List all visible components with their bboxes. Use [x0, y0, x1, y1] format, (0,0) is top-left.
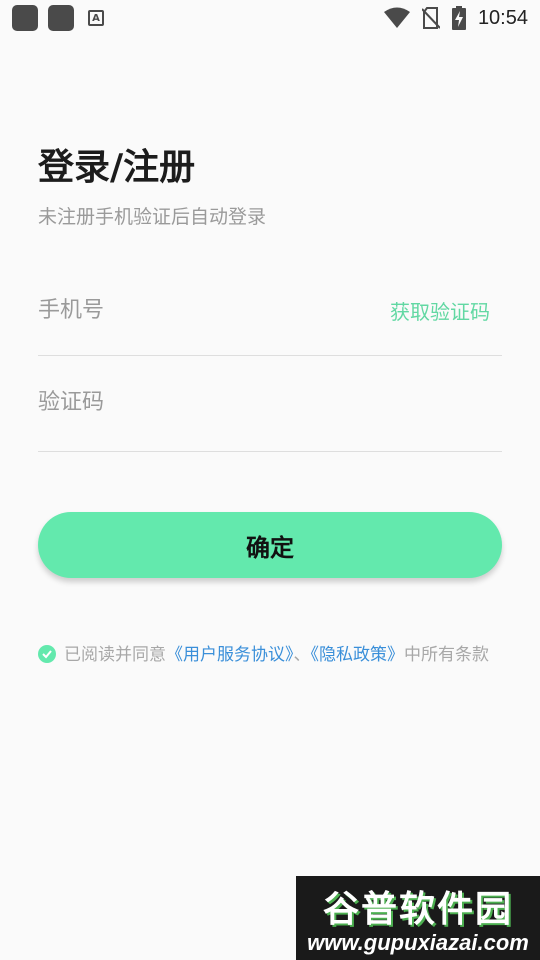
battery-charging-icon — [451, 6, 466, 30]
service-agreement-link[interactable]: 《用户服务协议》 — [166, 645, 294, 665]
watermark-url: www.gupuxiazai.com — [307, 930, 529, 955]
app-notification-icon — [48, 5, 74, 31]
privacy-policy-link[interactable]: 《隐私政策》 — [311, 645, 405, 665]
watermark-logo: 谷普软件园 www.gupuxiazai.com — [296, 876, 540, 960]
code-field — [38, 356, 502, 452]
no-sim-icon — [421, 7, 440, 29]
check-icon — [42, 650, 52, 659]
watermark-title: 谷普软件园 — [322, 889, 513, 930]
page-subtitle: 未注册手机验证后自动登录 — [38, 206, 267, 228]
wifi-icon — [383, 7, 410, 28]
phone-field: 获取验证码 — [38, 260, 502, 356]
phone-input[interactable] — [38, 290, 358, 330]
agreement-prefix: 已阅读并同意 — [64, 645, 166, 665]
app-notification-icon — [12, 5, 38, 31]
agreement-separator: 、 — [293, 645, 311, 665]
verification-code-input[interactable] — [38, 382, 358, 422]
text-notification-icon: A — [88, 10, 104, 26]
agreement-checkbox[interactable] — [38, 645, 56, 663]
agreement-row: 已阅读并同意《用户服务协议》、《隐私政策》中所有条款 — [38, 641, 508, 669]
status-bar: A 10:54 — [0, 0, 540, 36]
get-code-button[interactable]: 获取验证码 — [390, 296, 490, 325]
confirm-button[interactable]: 确定 — [38, 512, 502, 578]
page-title: 登录/注册 — [38, 147, 196, 188]
agreement-suffix: 中所有条款 — [404, 645, 489, 665]
clock: 10:54 — [477, 6, 528, 29]
